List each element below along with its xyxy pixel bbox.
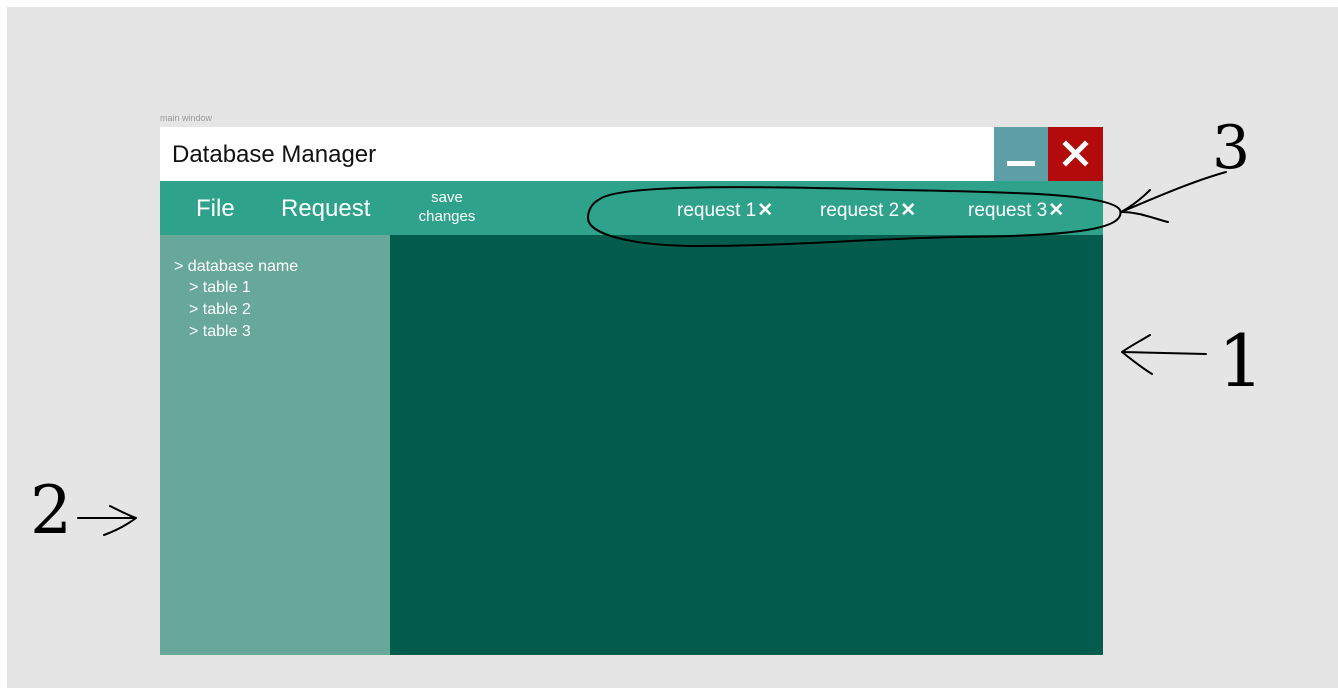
database-sidebar: > database name > table 1 > table 2 > ta…	[160, 235, 390, 655]
tab-close-icon[interactable]: ✕	[757, 200, 773, 221]
minimize-button[interactable]	[994, 127, 1048, 181]
menu-request[interactable]: Request	[281, 195, 370, 223]
tab-label: request 2	[820, 200, 900, 221]
close-icon	[1062, 140, 1089, 167]
save-changes-button[interactable]: save changes	[410, 188, 484, 226]
tab-label: request 3	[968, 200, 1048, 221]
save-changes-line2: changes	[418, 208, 476, 225]
tree-item-table[interactable]: > table 2	[189, 301, 251, 319]
main-content-area	[390, 235, 1103, 655]
tab-close-icon[interactable]: ✕	[900, 200, 916, 221]
tab-request-1[interactable]: request 1✕	[677, 199, 773, 222]
frame-label: main window	[160, 113, 213, 123]
tree-item-table[interactable]: > table 3	[189, 323, 251, 341]
window-title: Database Manager	[172, 141, 377, 168]
menu-bar: File Request save changes request 1✕ req…	[160, 181, 1103, 235]
minimize-icon	[1007, 161, 1035, 166]
tab-close-icon[interactable]: ✕	[1048, 200, 1064, 221]
close-button[interactable]	[1048, 127, 1103, 181]
menu-file[interactable]: File	[196, 195, 235, 223]
tree-item-database[interactable]: > database name	[174, 258, 298, 276]
main-window: Database Manager File Request save chang…	[160, 127, 1103, 655]
annotation-three-label: 3	[1212, 113, 1251, 183]
annotation-two-label: 2	[30, 472, 72, 549]
tab-label: request 1	[677, 200, 757, 221]
tree-item-table[interactable]: > table 1	[189, 279, 251, 297]
title-bar: Database Manager	[160, 127, 1103, 181]
tab-request-2[interactable]: request 2✕	[820, 199, 916, 222]
tab-request-3[interactable]: request 3✕	[968, 199, 1064, 222]
save-changes-line1: save	[431, 189, 463, 206]
annotation-one-label: 1	[1218, 319, 1264, 403]
